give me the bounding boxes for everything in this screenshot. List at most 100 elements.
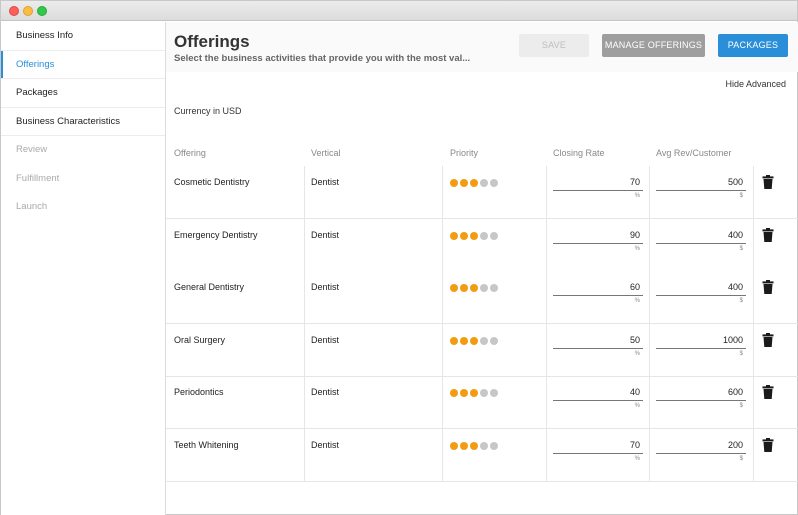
priority-dot[interactable]: [480, 179, 488, 187]
priority-dot[interactable]: [480, 337, 488, 345]
priority-dot[interactable]: [480, 389, 488, 397]
avg-rev-input[interactable]: 1000: [656, 334, 746, 347]
priority-dot[interactable]: [490, 232, 498, 240]
close-window-button[interactable]: [9, 6, 19, 16]
avg-rev-field[interactable]: 600 $: [656, 386, 746, 409]
priority-dot[interactable]: [450, 389, 458, 397]
closing-rate-field[interactable]: 70%: [553, 176, 643, 199]
input-underline: [553, 453, 643, 454]
priority-dot[interactable]: [470, 389, 478, 397]
column-header-offering: Offering: [174, 148, 206, 158]
closing-rate-field[interactable]: 60%: [553, 281, 643, 304]
column-divider: [546, 376, 547, 428]
priority-dot[interactable]: [450, 442, 458, 450]
avg-rev-field[interactable]: 1000 $: [656, 334, 746, 357]
maximize-window-button[interactable]: [37, 6, 47, 16]
packages-button[interactable]: PACKAGES: [718, 34, 788, 57]
priority-dot[interactable]: [480, 284, 488, 292]
table-row: Periodontics Dentist 40% 600 $: [166, 376, 798, 429]
column-divider: [442, 429, 443, 481]
priority-dot[interactable]: [470, 232, 478, 240]
hide-advanced-link[interactable]: Hide Advanced: [725, 79, 786, 89]
percent-unit: %: [634, 298, 640, 304]
priority-rating[interactable]: [450, 284, 498, 292]
closing-rate-input[interactable]: 60: [553, 281, 643, 294]
trash-icon[interactable]: [762, 385, 774, 399]
priority-dot[interactable]: [470, 179, 478, 187]
minimize-window-button[interactable]: [23, 6, 33, 16]
priority-dot[interactable]: [490, 284, 498, 292]
priority-dot[interactable]: [450, 337, 458, 345]
avg-rev-field[interactable]: 400 $: [656, 229, 746, 252]
priority-dot[interactable]: [490, 337, 498, 345]
priority-dot[interactable]: [470, 284, 478, 292]
closing-rate-field[interactable]: 40%: [553, 386, 643, 409]
avg-rev-input[interactable]: 400: [656, 281, 746, 294]
avg-rev-input[interactable]: 600: [656, 386, 746, 399]
priority-rating[interactable]: [450, 442, 498, 450]
priority-dot[interactable]: [490, 179, 498, 187]
priority-dot[interactable]: [460, 337, 468, 345]
trash-icon[interactable]: [762, 280, 774, 294]
priority-dot[interactable]: [460, 442, 468, 450]
column-divider: [753, 324, 754, 376]
save-button[interactable]: SAVE: [519, 34, 589, 57]
sidebar-item-launch: Launch: [16, 201, 48, 212]
offering-vertical: Dentist: [311, 335, 340, 345]
sidebar-item-business-characteristics[interactable]: Business Characteristics: [1, 108, 165, 136]
priority-dot[interactable]: [460, 232, 468, 240]
closing-rate-input[interactable]: 50: [553, 334, 643, 347]
priority-rating[interactable]: [450, 337, 498, 345]
column-divider: [753, 219, 754, 271]
priority-rating[interactable]: [450, 179, 498, 187]
dollar-unit: $: [739, 403, 743, 409]
closing-rate-input[interactable]: 40: [553, 386, 643, 399]
priority-dot[interactable]: [470, 442, 478, 450]
trash-icon[interactable]: [762, 175, 774, 189]
table-row: Cosmetic Dentistry Dentist 70% 500 $: [166, 166, 798, 219]
priority-dot[interactable]: [460, 284, 468, 292]
avg-rev-input[interactable]: 500: [656, 176, 746, 189]
trash-icon[interactable]: [762, 438, 774, 452]
input-underline: [656, 243, 746, 244]
priority-dot[interactable]: [450, 284, 458, 292]
closing-rate-input[interactable]: 90: [553, 229, 643, 242]
closing-rate-field[interactable]: 90%: [553, 229, 643, 252]
avg-rev-input[interactable]: 200: [656, 439, 746, 452]
offering-vertical: Dentist: [311, 282, 340, 292]
priority-dot[interactable]: [490, 389, 498, 397]
sidebar-item-packages[interactable]: Packages: [1, 79, 165, 108]
priority-dot[interactable]: [460, 179, 468, 187]
priority-dot[interactable]: [490, 442, 498, 450]
column-divider: [304, 166, 305, 218]
percent-unit: %: [634, 193, 640, 199]
avg-rev-field[interactable]: 400 $: [656, 281, 746, 304]
closing-rate-field[interactable]: 70%: [553, 439, 643, 462]
avg-rev-field[interactable]: 500 $: [656, 176, 746, 199]
column-divider: [649, 376, 650, 428]
column-divider: [442, 376, 443, 428]
priority-dot[interactable]: [480, 232, 488, 240]
priority-dot[interactable]: [450, 179, 458, 187]
closing-rate-input[interactable]: 70: [553, 439, 643, 452]
trash-icon[interactable]: [762, 228, 774, 242]
priority-dot[interactable]: [470, 337, 478, 345]
closing-rate-input[interactable]: 70: [553, 176, 643, 189]
avg-rev-field[interactable]: 200 $: [656, 439, 746, 462]
priority-dot[interactable]: [460, 389, 468, 397]
priority-rating[interactable]: [450, 389, 498, 397]
column-divider: [649, 271, 650, 323]
sidebar-item-offerings[interactable]: Offerings: [1, 50, 165, 79]
table-row: Oral Surgery Dentist 50% 1000 $: [166, 324, 798, 377]
sidebar-item-business-info[interactable]: Business Info: [1, 22, 165, 51]
column-divider: [649, 429, 650, 481]
trash-icon[interactable]: [762, 333, 774, 347]
priority-rating[interactable]: [450, 232, 498, 240]
manage-offerings-button[interactable]: MANAGE OFFERINGS: [602, 34, 705, 57]
priority-dot[interactable]: [450, 232, 458, 240]
percent-unit: %: [634, 456, 640, 462]
priority-dot[interactable]: [480, 442, 488, 450]
closing-rate-field[interactable]: 50%: [553, 334, 643, 357]
column-divider: [753, 271, 754, 323]
avg-rev-input[interactable]: 400: [656, 229, 746, 242]
